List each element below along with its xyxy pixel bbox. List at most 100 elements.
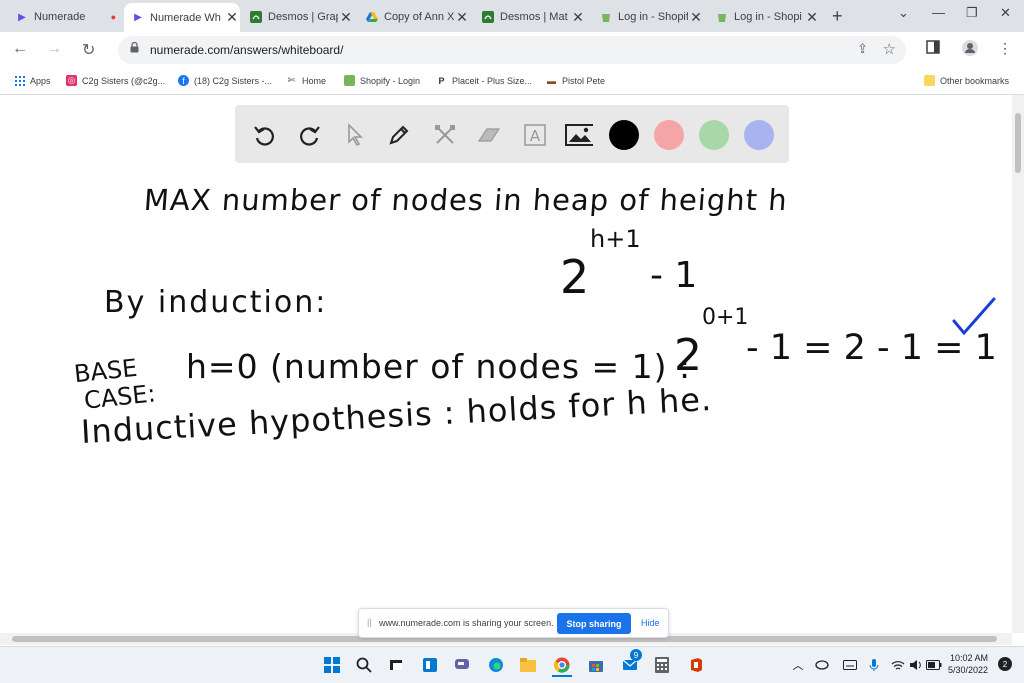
file-explorer-icon[interactable] <box>518 655 538 675</box>
close-icon[interactable]: ✕ <box>570 9 586 26</box>
network-drive-icon[interactable] <box>812 655 832 675</box>
apps-grid-icon <box>14 75 25 86</box>
bookmark-label: Placeit - Plus Size... <box>452 75 533 86</box>
start-icon[interactable] <box>322 655 342 675</box>
back-icon[interactable]: ← <box>12 40 28 58</box>
numerade-icon: ▶ <box>18 11 26 23</box>
calculator-icon[interactable] <box>652 655 672 675</box>
whiteboard-canvas[interactable]: A MAX number of nodes in heap of height … <box>0 95 1012 633</box>
facebook-icon: f <box>178 75 189 86</box>
notification-badge[interactable]: 2 <box>998 657 1012 671</box>
tab-title: Log in - Shopi <box>734 11 802 23</box>
redo-icon[interactable] <box>295 121 323 149</box>
lock-icon <box>130 41 139 56</box>
text-tool-icon[interactable]: A <box>521 121 549 149</box>
tab-shopify-login-1[interactable]: Log in - Shopif ✕ <box>592 4 704 30</box>
tab-drive-copy[interactable]: Copy of Ann X ✕ <box>358 4 470 30</box>
base-case-condition: h=0 (number of nodes = 1) : <box>186 347 692 386</box>
numerade-icon: ▶ <box>134 12 142 23</box>
minimize-icon[interactable]: — <box>932 5 945 20</box>
store-icon[interactable] <box>586 655 606 675</box>
side-panel-icon[interactable] <box>926 40 940 57</box>
browser-toolbar: ← → ↻ numerade.com/answers/whiteboard/ ⇪… <box>0 32 1024 68</box>
shopify-icon <box>716 11 728 23</box>
task-view-icon[interactable] <box>386 655 406 675</box>
line-heading: MAX number of nodes in heap of height h <box>142 183 789 217</box>
bookmark-c2g-facebook[interactable]: f (18) C2g Sisters -... <box>178 75 272 86</box>
forward-icon[interactable]: → <box>46 40 62 58</box>
teams-chat-icon[interactable] <box>452 655 472 675</box>
close-icon[interactable]: ✕ <box>454 9 470 26</box>
clock-date: 5/30/2022 <box>948 665 989 675</box>
scroll-thumb[interactable] <box>1015 113 1021 173</box>
tab-desmos-math[interactable]: Desmos | Mat ✕ <box>474 4 586 30</box>
tab-numerade-whiteboard[interactable]: ▶ Numerade Wh ✕ <box>124 3 240 32</box>
tab-title: Copy of Ann X <box>384 11 454 23</box>
microphone-icon[interactable] <box>864 655 884 675</box>
stop-sharing-button[interactable]: Stop sharing <box>557 613 631 634</box>
volume-icon[interactable] <box>906 655 926 675</box>
close-icon[interactable]: ✕ <box>338 9 354 26</box>
new-tab-icon[interactable]: + <box>832 6 843 27</box>
hide-sharing-link[interactable]: Hide <box>641 618 660 628</box>
pointer-icon[interactable] <box>341 121 369 149</box>
window-close-icon[interactable]: ✕ <box>1000 5 1011 21</box>
tab-desmos-graph[interactable]: Desmos | Grap ✕ <box>242 4 354 30</box>
tab-numerade[interactable]: ▶ Numerade ● <box>8 4 120 30</box>
bookmark-shopify[interactable]: Shopify - Login <box>344 75 420 86</box>
system-clock[interactable]: 10:02 AM 5/30/2022 <box>948 652 988 676</box>
color-swatch-pink[interactable] <box>654 120 684 150</box>
tab-shopify-login-2[interactable]: Log in - Shopi ✕ <box>708 4 820 30</box>
widgets-icon[interactable] <box>420 655 440 675</box>
desmos-icon <box>482 11 494 23</box>
close-icon[interactable]: ✕ <box>688 9 704 26</box>
share-icon[interactable]: ⇪ <box>857 41 868 57</box>
close-icon[interactable]: ✕ <box>224 9 240 26</box>
menu-kebab-icon[interactable]: ⋮ <box>998 40 1012 57</box>
bookmark-placeit[interactable]: P Placeit - Plus Size... <box>436 75 532 86</box>
formula-base: 2 <box>560 250 590 304</box>
tab-search-chevron-icon[interactable]: ⌄ <box>898 5 909 21</box>
tab-strip: ▶ Numerade ● ▶ Numerade Wh ✕ Desmos | Gr… <box>0 0 1024 32</box>
bookmark-star-icon[interactable]: ☆ <box>883 40 896 58</box>
bookmark-label: Apps <box>30 75 51 86</box>
bookmark-c2g-instagram[interactable]: ◎ C2g Sisters (@c2g... <box>66 75 165 86</box>
color-swatch-black[interactable] <box>609 120 639 150</box>
color-swatch-blue[interactable] <box>744 120 774 150</box>
reload-icon[interactable]: ↻ <box>82 40 95 60</box>
pistol-pete-icon: ▬ <box>547 75 556 86</box>
url-text: numerade.com/answers/whiteboard/ <box>150 43 344 57</box>
taskbar: 9 ︿ 10:02 AM 5/30/2022 2 <box>0 646 1024 683</box>
tray-chevron-icon[interactable]: ︿ <box>788 655 808 675</box>
office-icon[interactable] <box>686 655 706 675</box>
drag-handle-icon[interactable]: || <box>367 617 372 627</box>
pen-icon[interactable] <box>385 121 413 149</box>
bookmark-apps[interactable]: Apps <box>14 75 51 86</box>
battery-icon[interactable] <box>924 655 944 675</box>
bookmark-label: C2g Sisters (@c2g... <box>82 75 166 86</box>
bookmark-other[interactable]: Other bookmarks <box>924 75 1009 86</box>
recording-dot-icon: ● <box>110 12 116 22</box>
shopify-icon <box>600 11 612 23</box>
image-icon[interactable] <box>565 121 593 149</box>
bookmark-pistol-pete[interactable]: ▬ Pistol Pete <box>546 75 605 86</box>
mail-icon[interactable]: 9 <box>620 649 642 675</box>
color-swatch-green[interactable] <box>699 120 729 150</box>
address-bar[interactable]: numerade.com/answers/whiteboard/ ⇪ ☆ <box>118 36 906 64</box>
tab-title: Numerade <box>34 11 86 23</box>
search-icon[interactable] <box>354 655 374 675</box>
tools-icon[interactable] <box>431 121 459 149</box>
bookmark-home[interactable]: ✄ Home <box>286 75 326 86</box>
chrome-icon[interactable] <box>552 655 572 677</box>
restore-icon[interactable]: ❐ <box>966 5 978 21</box>
close-icon[interactable]: ✕ <box>804 9 820 26</box>
undo-icon[interactable] <box>251 121 279 149</box>
wifi-icon[interactable] <box>888 655 908 675</box>
profile-avatar[interactable] <box>962 40 978 59</box>
tab-title: Desmos | Grap <box>268 11 338 23</box>
edge-icon[interactable] <box>486 655 506 675</box>
keyboard-icon[interactable] <box>840 655 860 675</box>
bookmark-label: (18) C2g Sisters -... <box>194 75 273 86</box>
eraser-icon[interactable] <box>475 121 503 149</box>
vertical-scrollbar[interactable] <box>1012 95 1024 633</box>
